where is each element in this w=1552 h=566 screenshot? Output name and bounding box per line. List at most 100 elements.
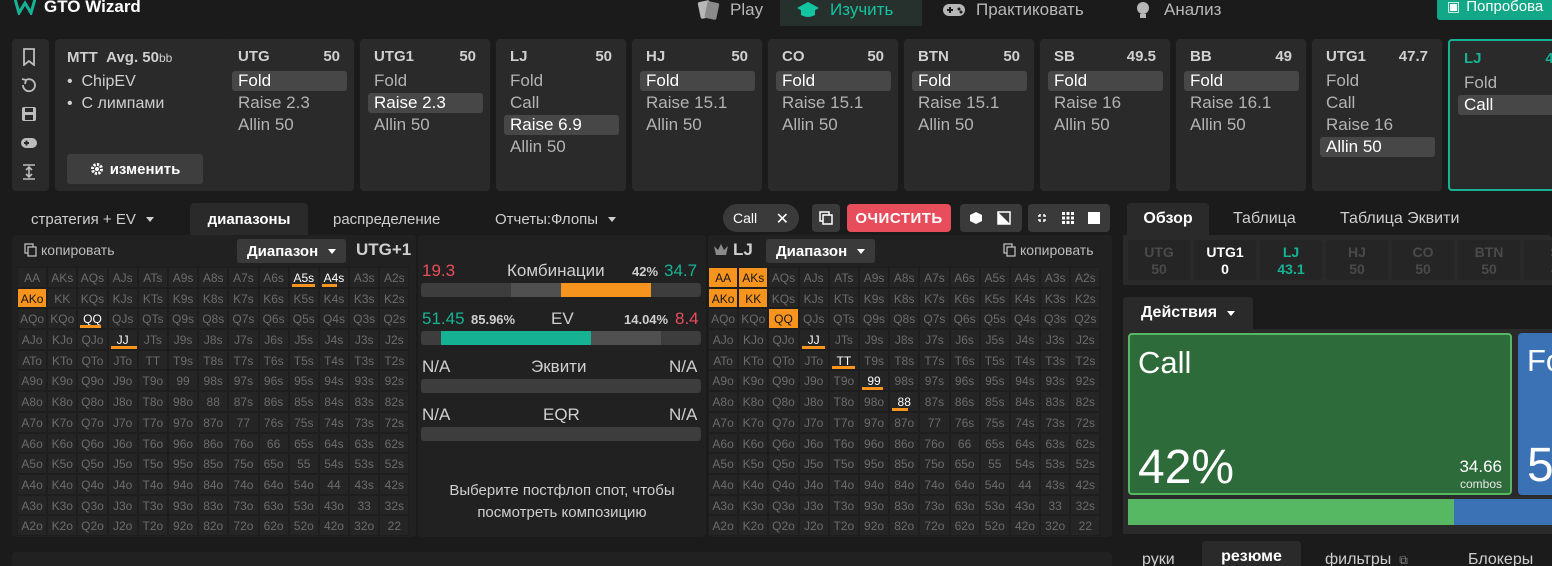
hand-cell[interactable]: J6s	[949, 329, 980, 350]
hand-cell[interactable]: K8s	[889, 287, 920, 309]
hand-cell[interactable]: J7s	[919, 329, 950, 350]
hand-cell[interactable]: A7s	[228, 267, 259, 288]
hand-cell[interactable]: T4o	[828, 473, 859, 495]
tab-hands[interactable]: руки	[1142, 544, 1175, 566]
hand-cell[interactable]: 75s	[288, 411, 319, 433]
hand-cell[interactable]: K9o	[47, 370, 78, 392]
hand-cell[interactable]: Q5s	[288, 308, 319, 330]
hand-cell[interactable]: T8s	[889, 349, 920, 371]
hand-cell[interactable]: 96o	[858, 432, 890, 454]
hand-cell[interactable]: Q4s	[1009, 308, 1041, 330]
hand-cell[interactable]: 88	[889, 391, 920, 412]
hand-cell[interactable]: 52o	[979, 515, 1010, 536]
hand-cell[interactable]: 83s	[1040, 391, 1071, 412]
hand-cell[interactable]: Q4o	[768, 473, 799, 495]
hand-cell[interactable]: 52o	[288, 515, 319, 536]
hand-cell[interactable]: T6s	[258, 349, 289, 371]
hand-cell[interactable]: QJo	[77, 329, 108, 350]
hand-cell[interactable]: 44	[318, 473, 350, 495]
hand-cell[interactable]: 96s	[949, 370, 980, 392]
hand-cell[interactable]: JJ	[798, 329, 829, 350]
hand-cell[interactable]: 62s	[379, 432, 410, 454]
hand-cell[interactable]: Q3o	[768, 494, 799, 516]
hand-cell[interactable]: 44	[1009, 473, 1041, 495]
hand-cell[interactable]: 42s	[1070, 473, 1101, 495]
hand-cell[interactable]: A4s	[318, 267, 350, 288]
hand-cell[interactable]: 73s	[349, 411, 380, 433]
hand-cell[interactable]: A6o	[17, 432, 48, 454]
hand-cell[interactable]: Q7o	[77, 411, 108, 433]
hand-cell[interactable]: A5s	[979, 267, 1010, 288]
hand-cell[interactable]: Q7o	[768, 411, 799, 433]
hand-cell[interactable]: K4s	[318, 287, 350, 309]
hand-cell[interactable]: 97s	[228, 370, 259, 392]
hand-cell[interactable]: 54o	[979, 473, 1010, 495]
hand-cell[interactable]: AQs	[768, 267, 799, 288]
hand-cell[interactable]: 65s	[979, 432, 1010, 454]
hand-cell[interactable]: KQo	[738, 308, 769, 330]
hand-cell[interactable]: 76s	[258, 411, 289, 433]
hand-cell[interactable]: K9s	[858, 287, 890, 309]
hand-cell[interactable]: 93o	[167, 494, 199, 516]
copy-button[interactable]	[812, 204, 840, 232]
spot-action[interactable]: Allin 50	[1048, 115, 1163, 135]
hand-cell[interactable]: K6o	[47, 432, 78, 454]
hand-cell[interactable]: J7o	[798, 411, 829, 433]
hand-cell[interactable]: KJs	[798, 287, 829, 309]
hand-cell[interactable]: A3o	[708, 494, 739, 516]
hand-cell[interactable]: K9s	[167, 287, 199, 309]
hand-cell[interactable]: Q5o	[77, 453, 108, 474]
spot-card-8[interactable]: BB 49 Fold Raise 16.1 Allin 50	[1176, 39, 1306, 191]
hand-cell[interactable]: A9o	[17, 370, 48, 392]
spot-card-2[interactable]: UTG1 50 Fold Raise 2.3 Allin 50	[360, 39, 490, 191]
hand-cell[interactable]: 98s	[889, 370, 920, 392]
hand-cell[interactable]: 74s	[1009, 411, 1041, 433]
hand-cell[interactable]: Q2s	[1070, 308, 1101, 330]
hand-cell[interactable]: TT	[828, 349, 859, 371]
tab-ranges[interactable]: диапазоны	[190, 203, 308, 235]
hand-cell[interactable]: J9o	[107, 370, 138, 392]
hand-cell[interactable]: T9o	[828, 370, 859, 392]
hand-cell[interactable]: A2s	[379, 267, 410, 288]
hand-cell[interactable]: JTs	[828, 329, 859, 350]
hand-cell[interactable]: TT	[137, 349, 168, 371]
hand-cell[interactable]: Q4o	[77, 473, 108, 495]
hand-cell[interactable]: J3s	[1040, 329, 1071, 350]
hand-cell[interactable]: J8o	[107, 391, 138, 412]
hand-cell[interactable]: KQs	[77, 287, 108, 309]
hand-cell[interactable]: 83s	[349, 391, 380, 412]
hand-cell[interactable]: T6s	[949, 349, 980, 371]
hand-cell[interactable]: T6o	[828, 432, 859, 454]
hand-cell[interactable]: J3s	[349, 329, 380, 350]
hand-cell[interactable]: 52s	[379, 453, 410, 474]
hand-cell[interactable]: A4s	[1009, 267, 1041, 288]
hand-cell[interactable]: K5s	[979, 287, 1010, 309]
position-stack-5[interactable]: CO 50	[1392, 240, 1454, 280]
hand-cell[interactable]: AQo	[17, 308, 48, 330]
hand-cell[interactable]: 33	[1040, 494, 1071, 516]
hand-cell[interactable]: 94s	[318, 370, 350, 392]
hand-cell[interactable]: JTs	[137, 329, 168, 350]
hand-cell[interactable]: T8o	[137, 391, 168, 412]
hand-cell[interactable]: T3s	[1040, 349, 1071, 371]
copy-right-button[interactable]: копировать	[1003, 242, 1094, 258]
hand-cell[interactable]: Q2s	[379, 308, 410, 330]
position-stack-2[interactable]: UTG1 0	[1194, 240, 1256, 280]
spot-action[interactable]: Raise 16	[1048, 93, 1163, 113]
hand-cell[interactable]: K8s	[198, 287, 229, 309]
hand-cell[interactable]: KTo	[738, 349, 769, 371]
hand-cell[interactable]: J3o	[107, 494, 138, 516]
hand-cell[interactable]: J2o	[798, 515, 829, 536]
save-icon[interactable]	[20, 105, 38, 123]
position-stack-6[interactable]: BTN 50	[1458, 240, 1520, 280]
hand-cell[interactable]: 84o	[889, 473, 920, 495]
hand-cell[interactable]: ATo	[708, 349, 739, 371]
hand-cell[interactable]: J8o	[798, 391, 829, 412]
hand-cell[interactable]: T2s	[379, 349, 410, 371]
hand-cell[interactable]: 82o	[889, 515, 920, 536]
hand-cell[interactable]: J6s	[258, 329, 289, 350]
hand-cell[interactable]: J2o	[107, 515, 138, 536]
hand-cell[interactable]: Q9o	[77, 370, 108, 392]
spot-action[interactable]: Fold	[1048, 71, 1163, 91]
grid-icon[interactable]	[1061, 211, 1075, 225]
